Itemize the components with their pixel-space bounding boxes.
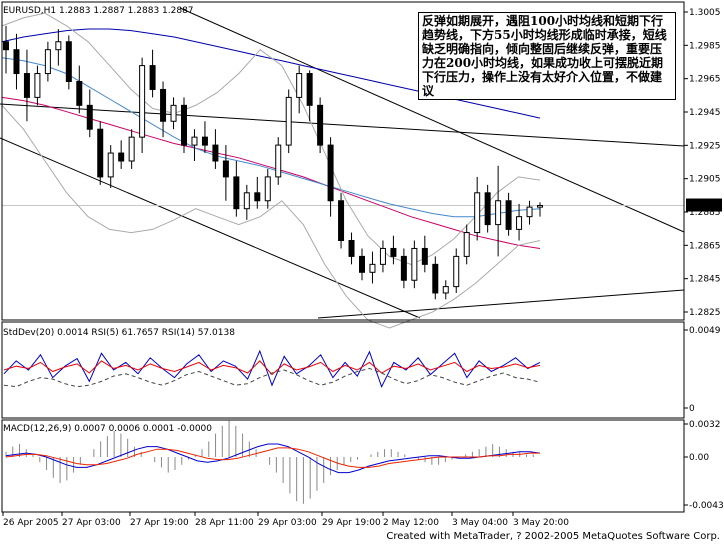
candle-body [516,216,523,230]
candle-body [369,263,376,273]
candle-body [495,200,502,226]
candle-body [379,247,386,265]
candle-body [359,255,365,273]
candle-body [128,136,135,162]
candle-body [107,152,114,178]
analysis-annotation: 反弹如期展开，遇阻100小时均线和短期下行趋势线，下方55小时均线形成临时承接，… [418,12,676,100]
rsi-tick-label: 0 [689,404,695,414]
price-panel-title: EURUSD,H1 1.2883 1.2887 1.2883 1.2887 [3,6,194,16]
candle-body [432,263,439,294]
candle-body [86,104,93,130]
candle-body [421,247,428,265]
candle-body [390,247,397,257]
macd-tick-label: 0.0032 [689,420,721,430]
candle-body [317,104,324,146]
x-tick-label: 26 Apr 2005 [3,518,59,528]
candle-body [463,232,470,257]
candle-body [13,49,20,75]
candle-body [348,240,355,257]
candle-body [55,41,62,51]
candle-body [212,144,219,162]
x-tick-label: 27 Apr 03:00 [62,518,121,528]
candle-body [160,88,167,122]
x-tick-label: 28 Apr 11:00 [195,518,254,528]
rsi-tick-label: 0.0049 [689,326,721,336]
candle-body [34,73,41,98]
x-tick-label: 3 May 04:00 [452,518,508,528]
x-tick-label: 27 Apr 19:00 [130,518,189,528]
candle-body [442,286,449,294]
price-tick-label: 1.2985 [689,41,721,51]
price-tick-label: 1.2905 [689,175,721,185]
price-tick-label: 1.2865 [689,241,721,251]
candle-body [44,49,51,75]
candle-body [526,206,533,218]
price-tick-label: 1.2845 [689,275,721,285]
macd-tick-label: 0.00 [689,453,709,463]
candle-body [3,41,9,51]
price-tick-label: 1.2965 [689,75,721,85]
x-tick-label: 29 Apr 19:00 [322,518,381,528]
candle-body [170,104,177,122]
candle-body [537,205,543,208]
candle-body [149,65,156,90]
candle-body [474,192,481,234]
candle-body [97,128,104,178]
price-tick-label: 1.2825 [689,308,721,318]
current-price-label: 1.2887 [688,202,720,212]
x-tick-label: 2 May 12:00 [383,518,439,528]
candle-body [139,65,146,138]
candle-body [222,160,229,178]
footer-credit: Created with MetaTrader, ? 2002-2005 Met… [386,531,720,542]
candle-body [264,176,271,202]
candle-body [400,255,407,281]
candle-body [484,192,491,226]
candle-body [505,200,512,230]
rsi-panel-title: StdDev(20) 0.0014 RSI(5) 61.7657 RSI(14)… [3,328,235,338]
candle-body [23,73,30,98]
candle-body [191,136,198,146]
candle-body [243,192,250,210]
x-tick-label: 3 May 20:00 [513,518,569,528]
candle-body [181,104,187,146]
candle-body [285,96,292,146]
candle-body [201,136,208,146]
candle-body [296,73,303,98]
candle-body [338,200,345,241]
price-tick-label: 1.3005 [689,8,721,18]
macd-panel-title: MACD(12,26,9) 0.0007 0.0006 0.0001 -0.00… [3,424,212,434]
candle-body [275,144,282,178]
price-tick-label: 1.2945 [689,108,721,118]
candle-body [233,176,240,210]
x-tick-label: 29 Apr 03:00 [258,518,317,528]
candle-body [254,192,261,202]
candle-body [118,152,125,162]
candle-body [306,73,313,106]
candle-body [65,41,72,82]
candle-body [411,247,418,281]
candle-body [453,255,460,288]
macd-tick-label: -0.0043 [689,501,724,511]
price-tick-label: 1.2925 [689,141,721,151]
candle-body [327,144,334,202]
candle-body [76,81,83,106]
